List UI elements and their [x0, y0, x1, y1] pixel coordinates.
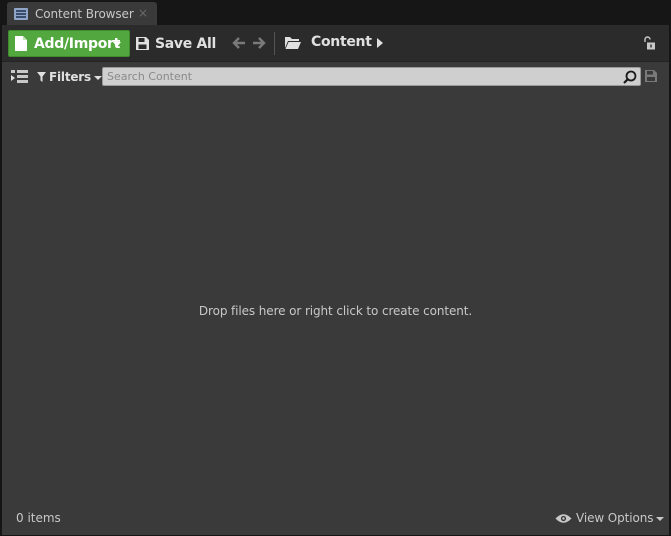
search-icon[interactable] — [623, 70, 637, 84]
forward-arrow-icon[interactable] — [252, 36, 266, 50]
chevron-down-icon — [93, 76, 102, 80]
path-arrow-icon[interactable] — [377, 38, 383, 48]
filter-bar: Filters — [2, 63, 669, 91]
toolbar-divider — [274, 32, 275, 55]
status-bar: 0 items View Options — [2, 501, 669, 535]
tab-title: Content Browser — [35, 7, 134, 21]
floppy-icon — [136, 37, 149, 50]
back-arrow-icon[interactable] — [232, 36, 246, 50]
filters-button[interactable]: Filters — [37, 69, 102, 85]
save-all-label: Save All — [155, 35, 217, 52]
search-input[interactable] — [107, 68, 607, 85]
chevron-down-icon — [656, 517, 665, 521]
tab-content-browser[interactable]: Content Browser × — [7, 2, 157, 26]
empty-content-message: Drop files here or right click to create… — [198, 304, 473, 318]
path-segment-content[interactable]: Content — [311, 34, 372, 50]
toolbar: Add/Import Save All Content — [2, 25, 669, 62]
new-asset-icon — [15, 36, 27, 51]
search-box[interactable] — [102, 67, 641, 86]
eye-icon — [555, 513, 572, 523]
filters-label: Filters — [49, 70, 91, 84]
content-browser-panel: Add/Import Save All Content Filters Sear… — [2, 25, 669, 535]
save-all-button[interactable]: Save All — [136, 30, 216, 57]
tab-strip: Content Browser × — [0, 0, 671, 26]
item-count: 0 items — [16, 511, 61, 525]
lock-icon[interactable] — [642, 36, 656, 50]
add-import-label: Add/Import — [34, 35, 121, 52]
filter-icon — [37, 72, 46, 82]
content-browser-icon — [14, 8, 28, 20]
chevron-down-icon — [113, 42, 121, 47]
folder-icon[interactable] — [285, 36, 301, 49]
asset-view[interactable]: Drop files here or right click to create… — [2, 91, 669, 501]
save-search-icon[interactable] — [645, 70, 657, 82]
sources-panel-toggle-icon[interactable] — [11, 70, 28, 84]
view-options-button[interactable]: View Options — [555, 510, 665, 526]
view-options-label: View Options — [576, 511, 654, 525]
add-import-button[interactable]: Add/Import — [8, 30, 130, 57]
tab-close-icon[interactable]: × — [138, 6, 148, 20]
